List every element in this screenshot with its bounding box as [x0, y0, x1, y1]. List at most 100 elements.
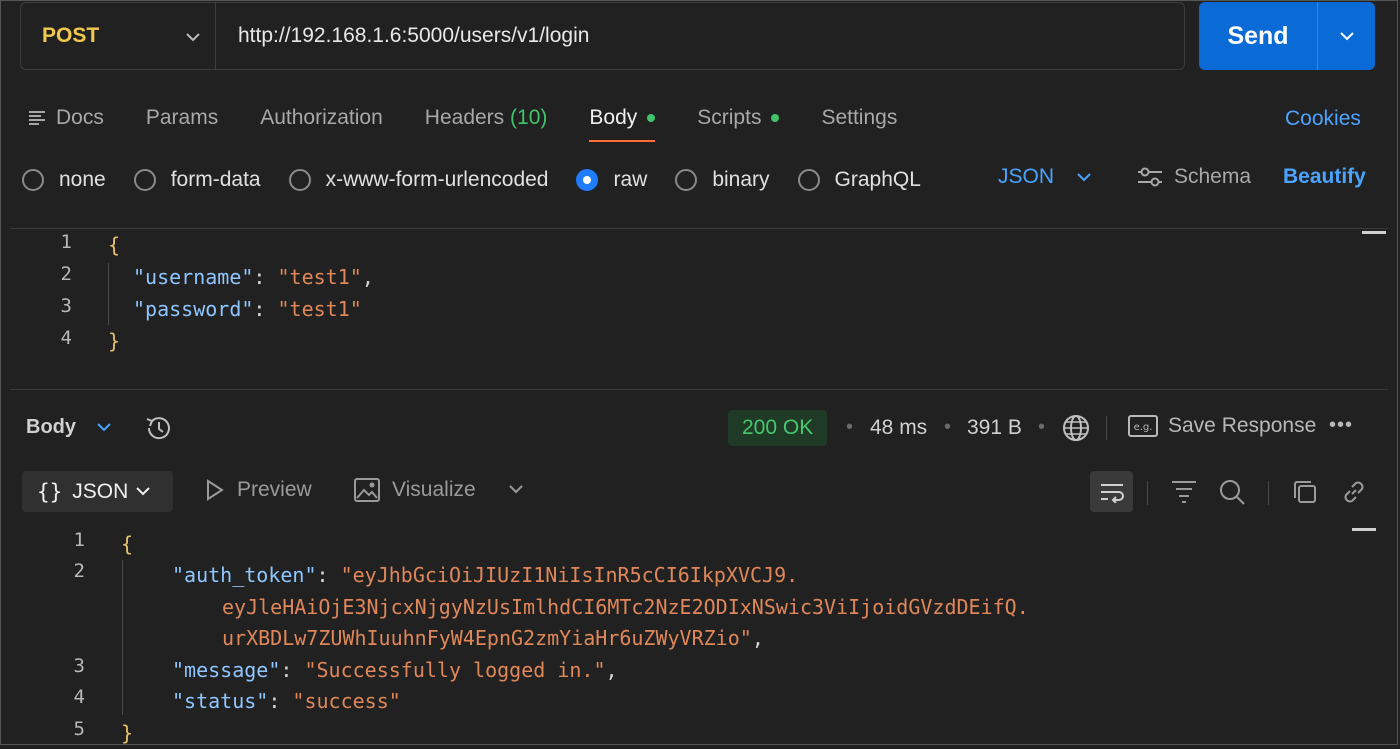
- tab-docs[interactable]: Docs: [28, 106, 104, 130]
- line-number: 4: [73, 686, 85, 708]
- json-key: "password": [133, 297, 254, 321]
- radio-circle: [675, 169, 698, 191]
- separator-dot: •: [944, 416, 952, 438]
- code-line: "message": "Successfully logged in.",: [172, 658, 618, 682]
- radio-circle: [133, 169, 156, 191]
- radio-x-www-form-urlencoded[interactable]: x-www-form-urlencoded: [288, 168, 549, 192]
- divider: [1106, 416, 1107, 440]
- chevron-down-icon: [136, 487, 151, 496]
- tab-authorization[interactable]: Authorization: [260, 106, 383, 130]
- radio-label: GraphQL: [834, 168, 921, 191]
- chevron-down-icon: [1339, 32, 1354, 41]
- tab-params[interactable]: Params: [146, 106, 218, 130]
- line-number: 4: [60, 327, 72, 349]
- radio-label: none: [59, 168, 106, 191]
- code-line: "username": "test1",: [133, 265, 374, 289]
- copy-icon[interactable]: [1291, 478, 1319, 511]
- code-line: "password": "test1": [133, 297, 362, 321]
- response-format-label: JSON: [72, 479, 129, 503]
- radio-graphql[interactable]: GraphQL: [797, 168, 921, 192]
- search-icon[interactable]: [1218, 478, 1246, 511]
- raw-format-select[interactable]: JSON: [998, 165, 1092, 189]
- save-response-button[interactable]: e.g. Save Response: [1128, 414, 1316, 438]
- status-badge[interactable]: 200 OK: [728, 410, 828, 446]
- globe-icon[interactable]: [1061, 413, 1091, 449]
- docs-icon: [29, 111, 45, 125]
- visualize-button[interactable]: Visualize: [354, 478, 476, 502]
- more-options-icon[interactable]: •••: [1329, 414, 1353, 437]
- tab-scripts[interactable]: Scripts: [697, 106, 780, 130]
- visualize-menu-chevron[interactable]: [508, 484, 536, 494]
- json-key: "status": [172, 689, 269, 713]
- tab-settings[interactable]: Settings: [821, 106, 897, 130]
- filter-icon[interactable]: [1170, 478, 1198, 509]
- code-line: {: [108, 229, 120, 261]
- line-number: 5: [73, 718, 85, 740]
- radio-circle: [22, 169, 44, 191]
- schema-button[interactable]: Schema: [1136, 165, 1251, 189]
- scrollbar[interactable]: [1362, 231, 1386, 234]
- send-button[interactable]: Send: [1199, 2, 1317, 70]
- json-string: "Successfully logged in.": [304, 658, 606, 682]
- code-line: eyJleHAiOjE3NjcxNjgyNzUsImlhdCI6MTc2NzE2…: [222, 591, 1029, 623]
- radio-binary[interactable]: binary: [675, 168, 770, 192]
- image-icon: [354, 478, 380, 502]
- beautify-button[interactable]: Beautify: [1283, 165, 1366, 189]
- response-size[interactable]: 391 B: [967, 416, 1022, 440]
- json-string: "success": [292, 689, 401, 713]
- response-time[interactable]: 48 ms: [870, 416, 927, 440]
- raw-format-label: JSON: [998, 165, 1055, 188]
- method-select[interactable]: POST: [21, 3, 216, 69]
- code-line: }: [121, 717, 133, 749]
- body-type-radios: none form-data x-www-form-urlencoded raw…: [22, 162, 949, 198]
- tab-params-label: Params: [145, 106, 219, 129]
- request-body-editor[interactable]: 1 2 3 4 { "username": "test1", "password…: [10, 228, 1388, 390]
- schema-label: Schema: [1174, 165, 1252, 188]
- json-key: "message": [172, 658, 281, 682]
- indent-guide: [122, 560, 123, 715]
- line-number: 2: [60, 263, 72, 285]
- save-response-label: Save Response: [1168, 414, 1317, 437]
- scripts-indicator-dot: [771, 114, 780, 122]
- line-number: 3: [60, 295, 72, 317]
- visualize-label: Visualize: [392, 478, 476, 501]
- radio-circle: [797, 169, 820, 191]
- chevron-down-icon[interactable]: [96, 416, 112, 437]
- tab-body[interactable]: Body: [589, 106, 656, 142]
- radio-none[interactable]: none: [22, 168, 106, 192]
- url-input[interactable]: http://192.168.1.6:5000/users/v1/login: [216, 24, 589, 48]
- request-tabs: Docs Params Authorization Headers (10) B…: [28, 100, 939, 142]
- headers-count: (10): [510, 106, 548, 129]
- json-punct: ,: [361, 265, 374, 289]
- tab-docs-label: Docs: [56, 106, 104, 129]
- json-string: "eyJhbGciOiJIUzI1NiIsInR5cCI6IkpXVCJ9.: [340, 563, 799, 587]
- code-line: "status": "success": [172, 689, 401, 713]
- chevron-down-icon: [185, 25, 201, 48]
- history-icon[interactable]: [144, 414, 172, 448]
- response-format-select[interactable]: {} JSON: [22, 471, 173, 512]
- radio-form-data[interactable]: form-data: [133, 168, 261, 192]
- tab-settings-label: Settings: [821, 106, 898, 129]
- divider: [1147, 481, 1148, 505]
- code-line: }: [108, 325, 120, 357]
- send-button-group: Send: [1199, 2, 1375, 70]
- line-number: 2: [73, 560, 85, 582]
- send-options-button[interactable]: [1317, 2, 1375, 70]
- cookies-link[interactable]: Cookies: [1285, 107, 1361, 131]
- response-body-viewer[interactable]: 1 2 3 4 5 { "auth_token": "eyJhbGciOiJIU…: [0, 528, 1398, 746]
- divider: [1268, 481, 1269, 505]
- json-brace: {: [121, 532, 134, 556]
- tab-headers[interactable]: Headers (10): [425, 106, 548, 130]
- code-line: "auth_token": "eyJhbGciOiJIUzI1NiIsInR5c…: [172, 563, 799, 587]
- preview-label: Preview: [237, 478, 312, 501]
- braces-icon: {}: [37, 479, 63, 504]
- chevron-down-icon: [509, 485, 523, 494]
- json-brace: {: [108, 233, 121, 257]
- preview-button[interactable]: Preview: [205, 478, 312, 502]
- response-body-tab[interactable]: Body: [26, 416, 76, 439]
- link-icon[interactable]: [1340, 478, 1368, 511]
- radio-raw[interactable]: raw: [576, 168, 647, 192]
- wrap-lines-button[interactable]: [1090, 471, 1133, 512]
- radio-label: x-www-form-urlencoded: [325, 168, 549, 191]
- scrollbar[interactable]: [1352, 528, 1376, 531]
